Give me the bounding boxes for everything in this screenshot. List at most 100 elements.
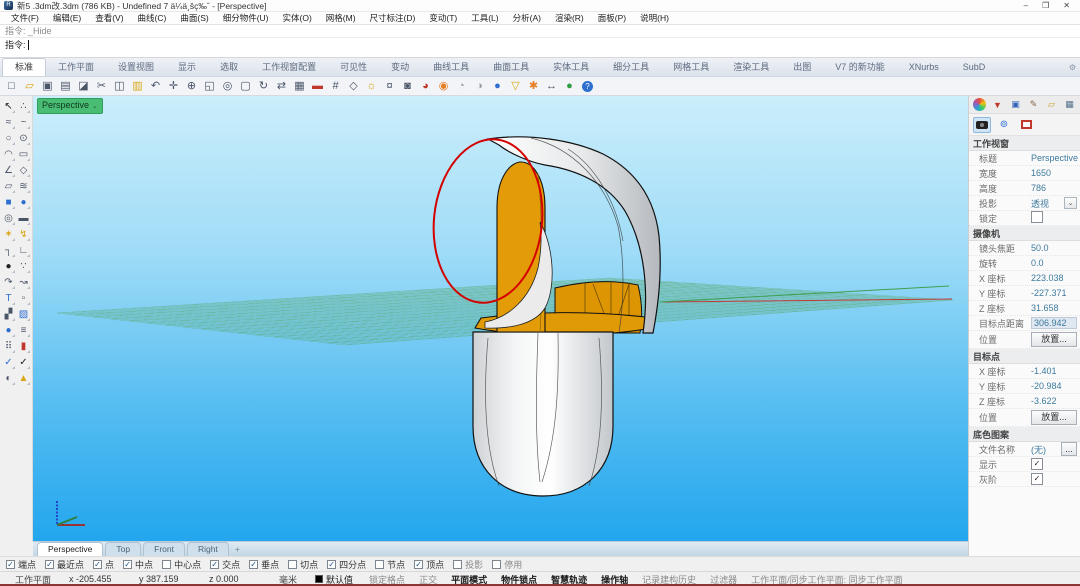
current-layer-chip[interactable]: 默认值: [306, 573, 362, 586]
property-value[interactable]: 786: [1031, 183, 1077, 193]
checkbox-icon[interactable]: [6, 560, 15, 569]
lock-icon[interactable]: ◙: [399, 78, 416, 94]
checkbox-icon[interactable]: [93, 560, 102, 569]
ellipse-icon[interactable]: ⊙: [16, 130, 31, 146]
osnap-toggle[interactable]: 切点: [288, 558, 318, 571]
trim-icon[interactable]: ↯: [16, 226, 31, 242]
menu-view[interactable]: 查看(V): [88, 12, 130, 25]
surface-icon[interactable]: ▱: [1, 178, 16, 194]
vtab-perspective[interactable]: Perspective: [37, 542, 103, 556]
chamfer-icon[interactable]: ∟: [16, 242, 31, 258]
fillet-icon[interactable]: ┐: [1, 242, 16, 258]
osnap-toggle[interactable]: 节点: [375, 558, 405, 571]
property-value[interactable]: 1650: [1031, 168, 1077, 178]
vtab-front[interactable]: Front: [143, 542, 185, 556]
rotate-view-icon[interactable]: ↻: [255, 78, 272, 94]
ghosted-display-icon[interactable]: ◔: [453, 78, 470, 94]
circle-icon[interactable]: ○: [1, 130, 16, 146]
menu-transform[interactable]: 变动(T): [422, 12, 464, 25]
tab-subd[interactable]: SubD: [951, 59, 998, 76]
checkbox-icon[interactable]: [162, 560, 171, 569]
tab-drafting[interactable]: 出图: [781, 59, 823, 76]
rendering-panel-icon[interactable]: ▦: [1063, 98, 1076, 111]
tab-curve-tools[interactable]: 曲线工具: [421, 59, 481, 76]
print-icon[interactable]: ▤: [57, 78, 74, 94]
checkbox-icon[interactable]: [327, 560, 336, 569]
dolly-icon[interactable]: ⊚: [995, 117, 1013, 133]
zoom-window-icon[interactable]: ◱: [201, 78, 218, 94]
restore-button[interactable]: ❐: [1042, 1, 1049, 11]
tab-display[interactable]: 显示: [166, 59, 208, 76]
menu-tools[interactable]: 工具(L): [464, 12, 505, 25]
notes-panel-icon[interactable]: ✎: [1027, 98, 1040, 111]
lamp-icon[interactable]: ☼: [363, 78, 380, 94]
units-label[interactable]: 毫米: [270, 573, 306, 586]
cut-icon[interactable]: ✂: [93, 78, 110, 94]
shapes-icon[interactable]: ◐: [1, 370, 16, 386]
checkbox-icon[interactable]: [453, 560, 462, 569]
property-control[interactable]: 放置...: [1031, 410, 1077, 425]
copy-icon[interactable]: ◫: [111, 78, 128, 94]
rendered-display-icon[interactable]: ◉: [435, 78, 452, 94]
property-value[interactable]: -20.984: [1031, 381, 1077, 391]
control-point-curve-icon[interactable]: ~: [16, 114, 31, 130]
point-cloud-icon[interactable]: ∵: [16, 258, 31, 274]
tab-subd-tools[interactable]: 细分工具: [601, 59, 661, 76]
menu-edit[interactable]: 编辑(E): [46, 12, 88, 25]
tab-standard[interactable]: 标准: [2, 58, 46, 76]
property-control[interactable]: ...: [1061, 442, 1077, 456]
property-control[interactable]: [1064, 197, 1077, 209]
properties-icon[interactable]: ◪: [75, 78, 92, 94]
points-on-icon[interactable]: ∴: [16, 98, 31, 114]
menu-file[interactable]: 文件(F): [4, 12, 46, 25]
measure-icon[interactable]: ↔: [543, 78, 560, 94]
tab-solid-tools[interactable]: 实体工具: [541, 59, 601, 76]
visibility-icon[interactable]: ✓: [1, 354, 16, 370]
raytraced-display-icon[interactable]: ●: [489, 78, 506, 94]
hatch-icon[interactable]: ▨: [16, 306, 31, 322]
selection-filter-icon[interactable]: ▽: [507, 78, 524, 94]
cplane-button[interactable]: 工作平面: [6, 573, 60, 586]
tab-v7-features[interactable]: V7 的新功能: [823, 59, 897, 76]
capsule-model[interactable]: [426, 134, 660, 496]
status-toggle[interactable]: 正交: [412, 573, 444, 586]
property-value[interactable]: [1031, 473, 1077, 485]
explode-icon[interactable]: ✶: [1, 226, 16, 242]
spotlight-icon[interactable]: ¤: [381, 78, 398, 94]
arc-icon[interactable]: ◠: [1, 146, 16, 162]
checkbox-icon[interactable]: [414, 560, 423, 569]
menu-analyze[interactable]: 分析(A): [506, 12, 548, 25]
checkbox-icon[interactable]: [123, 560, 132, 569]
properties-panel-icon[interactable]: [973, 98, 986, 111]
tab-mesh-tools[interactable]: 网格工具: [661, 59, 721, 76]
status-toggle[interactable]: 过滤器: [703, 573, 744, 586]
polyline-icon[interactable]: ∠: [1, 162, 16, 178]
block-icon[interactable]: ▮: [16, 338, 31, 354]
tab-surface-tools[interactable]: 曲面工具: [481, 59, 541, 76]
property-value[interactable]: 透视: [1031, 197, 1064, 210]
tab-transform[interactable]: 变动: [379, 59, 421, 76]
property-value[interactable]: [1031, 458, 1077, 470]
menu-solid[interactable]: 实体(O): [276, 12, 319, 25]
check-icon[interactable]: ✓: [16, 354, 31, 370]
property-value[interactable]: [1031, 211, 1077, 225]
status-toggle[interactable]: 操作轴: [594, 573, 635, 586]
status-toggle[interactable]: 智慧轨迹: [544, 573, 594, 586]
menu-curve[interactable]: 曲线(C): [131, 12, 174, 25]
command-input[interactable]: 指令:: [0, 38, 1080, 52]
osnap-toggle[interactable]: 最近点: [45, 558, 84, 571]
options-icon[interactable]: ✱: [525, 78, 542, 94]
tab-set-view[interactable]: 设置视图: [106, 59, 166, 76]
status-toggle[interactable]: 工作平面/同步工作平面: 同步工作平面: [744, 573, 910, 586]
extrude-icon[interactable]: ≡: [16, 322, 31, 338]
polygon-icon[interactable]: ◇: [16, 162, 31, 178]
status-toggle[interactable]: 记录建构历史: [635, 573, 703, 586]
checkbox-icon[interactable]: [288, 560, 297, 569]
viewport-title-label[interactable]: Perspective⌄: [37, 98, 103, 114]
status-toggle[interactable]: 物件锁点: [494, 573, 544, 586]
property-value[interactable]: 223.038: [1031, 273, 1077, 283]
status-toggle[interactable]: 平面模式: [444, 573, 494, 586]
tab-render-tools[interactable]: 渲染工具: [721, 59, 781, 76]
tab-select[interactable]: 选取: [208, 59, 250, 76]
osnap-toggle[interactable]: 端点: [6, 558, 36, 571]
